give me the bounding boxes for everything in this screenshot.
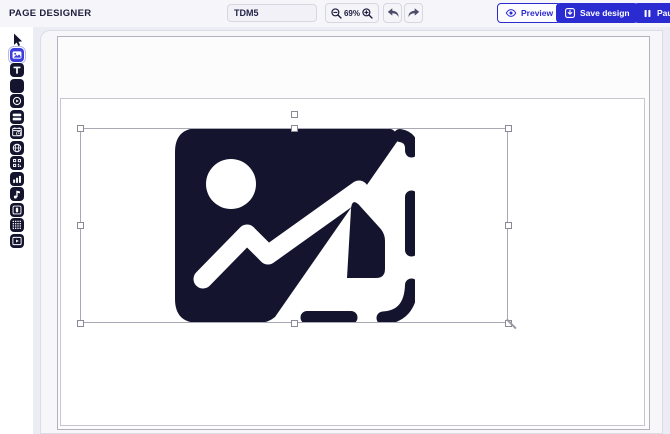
sidebar-chart-tool-button[interactable] xyxy=(10,172,24,186)
preview-button[interactable]: Preview xyxy=(497,3,561,23)
pause-label: Pause xyxy=(657,8,670,18)
resize-handle-top-right[interactable] xyxy=(505,125,512,132)
media-file-icon xyxy=(11,235,23,247)
zoom-level: 69% xyxy=(344,9,360,18)
zoom-in-icon xyxy=(361,7,374,20)
zoom-control: 69% xyxy=(325,3,379,23)
resize-handle-top-left[interactable] xyxy=(77,125,84,132)
design-name-input[interactable] xyxy=(227,4,317,22)
sidebar-select-tool-button[interactable] xyxy=(10,32,24,46)
zoom-in-button[interactable] xyxy=(361,6,375,20)
image-placeholder-element[interactable] xyxy=(175,128,415,323)
resize-handle-bottom[interactable] xyxy=(291,320,298,327)
resize-handle-bottom-right[interactable] xyxy=(505,320,512,327)
sidebar-text-tool-button[interactable] xyxy=(10,63,24,77)
rotate-handle[interactable] xyxy=(291,111,298,118)
cursor-icon xyxy=(10,32,24,47)
qr-code-icon xyxy=(11,157,23,169)
text-icon xyxy=(11,64,23,76)
globe-icon xyxy=(11,142,23,154)
save-icon xyxy=(564,7,576,19)
resize-handle-bottom-left[interactable] xyxy=(77,320,84,327)
sidebar-audio-tool-button[interactable] xyxy=(10,187,24,201)
undo-button[interactable] xyxy=(383,3,402,23)
pause-button[interactable]: Pause xyxy=(634,3,670,23)
sidebar-image-tool-button[interactable] xyxy=(10,48,24,62)
music-note-icon xyxy=(11,188,23,200)
zoom-out-button[interactable] xyxy=(329,6,343,20)
sidebar-media-file-tool-button[interactable] xyxy=(10,234,24,248)
sidebar-grid-tool-button[interactable] xyxy=(10,218,24,232)
tools-sidebar xyxy=(0,27,33,434)
sidebar-qr-code-tool-button[interactable] xyxy=(10,156,24,170)
resize-handle-right[interactable] xyxy=(505,222,512,229)
calendar-clock-icon xyxy=(11,126,23,138)
redo-button[interactable] xyxy=(404,3,423,23)
top-toolbar: PAGE DESIGNER 69% xyxy=(0,0,670,27)
designer-stage xyxy=(0,0,670,434)
sidebar-shape-tool-button[interactable] xyxy=(10,79,24,93)
shape-icon xyxy=(11,80,23,92)
resize-handle-left[interactable] xyxy=(77,222,84,229)
image-icon xyxy=(11,49,23,61)
image-placeholder-icon xyxy=(175,128,415,323)
save-design-button[interactable]: Save design xyxy=(556,3,638,23)
dots-grid-icon xyxy=(11,219,23,231)
page-title: PAGE DESIGNER xyxy=(9,8,91,19)
redo-icon xyxy=(407,6,421,20)
save-design-label: Save design xyxy=(580,8,630,18)
zoom-out-icon xyxy=(330,7,343,20)
bar-chart-icon xyxy=(11,173,23,185)
resize-handle-top[interactable] xyxy=(291,125,298,132)
sidebar-form-fields-tool-button[interactable] xyxy=(10,110,24,124)
preview-label: Preview xyxy=(521,8,553,18)
pause-icon xyxy=(642,8,653,19)
form-fields-icon xyxy=(11,111,23,123)
eye-icon xyxy=(505,7,517,19)
sidebar-calendar-tool-button[interactable] xyxy=(10,125,24,139)
undo-icon xyxy=(386,6,400,20)
sidebar-web-tool-button[interactable] xyxy=(10,141,24,155)
sidebar-video-tool-button[interactable] xyxy=(10,94,24,108)
sidebar-frame-tool-button[interactable] xyxy=(10,203,24,217)
play-icon xyxy=(11,95,23,107)
device-frame-icon xyxy=(11,204,23,216)
